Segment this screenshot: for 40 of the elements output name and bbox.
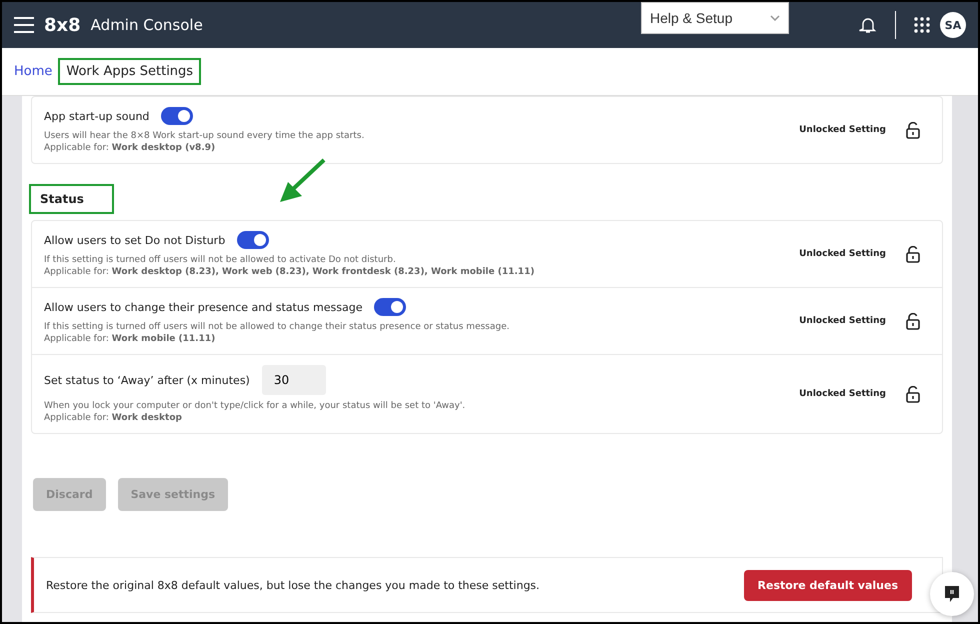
setting-title: Set status to ‘Away’ after (x minutes): [44, 374, 250, 386]
unlocked-padlock-icon: [906, 386, 920, 402]
restore-button[interactable]: Restore default values: [744, 570, 912, 600]
bell-icon[interactable]: [859, 16, 877, 34]
restore-message: Restore the original 8x8 default values, but lose the changes you made to these settings.: [46, 578, 541, 592]
app-title: Admin Console: [90, 16, 203, 34]
applicable-note: Applicable for: Work desktop (v8.9): [44, 143, 216, 153]
setting-description: When you lock your computer or don't type/click for a while, your status will be set to 'Away'.: [44, 401, 466, 411]
setting-title: Allow users to set Do not Disturb: [44, 234, 226, 246]
applicable-note: Applicable for: Work desktop: [44, 413, 183, 423]
unlocked-padlock-icon: [906, 246, 920, 262]
applicable-note: Applicable for: Work desktop (8.23), Work web (8.23), Work frontdesk (8.23), Work mobile (11.11): [44, 267, 536, 277]
lock-status-label: Unlocked Setting: [799, 389, 886, 399]
setting-title: App start-up sound: [44, 110, 150, 122]
chat-icon: [944, 585, 960, 603]
setting-description: Users will hear the 8×8 Work start-up sound every time the app starts.: [44, 131, 366, 141]
breadcrumb-link[interactable]: Work Apps Settings: [60, 60, 200, 83]
user-avatar[interactable]: SA: [940, 12, 966, 38]
unlocked-padlock-icon: [906, 312, 920, 330]
caret-icon: [770, 15, 780, 21]
toggle-switch[interactable]: [237, 231, 270, 249]
setting-description: If this setting is turned off users will not be allowed to activate Do not disturb.: [44, 255, 397, 265]
breadcrumb-link[interactable]: Home: [12, 61, 54, 82]
lock-status-label: Unlocked Setting: [799, 249, 886, 259]
minutes-field[interactable]: 30: [262, 365, 326, 395]
unlocked-padlock-icon: [906, 122, 920, 138]
section-heading: Status: [31, 186, 112, 212]
toggle-switch[interactable]: [161, 107, 194, 125]
lock-status-label: Unlocked Setting: [799, 316, 886, 326]
chat-button[interactable]: [930, 572, 974, 616]
scrollbar-track[interactable]: [952, 96, 978, 622]
app-grid-icon[interactable]: [914, 17, 930, 33]
toggle-switch[interactable]: [374, 298, 406, 316]
setting-description: If this setting is turned off users will not be allowed to change their status presence or status message.: [44, 322, 510, 332]
lock-status-label: Unlocked Setting: [799, 125, 886, 135]
applicable-note: Applicable for: Work mobile (11.11): [44, 334, 216, 344]
menu-icon[interactable]: [14, 17, 34, 33]
setting-title: Allow users to change their presence and status message: [44, 300, 362, 314]
logo: 8x8: [44, 14, 81, 36]
help-dropdown[interactable]: Help & Setup: [641, 2, 789, 34]
